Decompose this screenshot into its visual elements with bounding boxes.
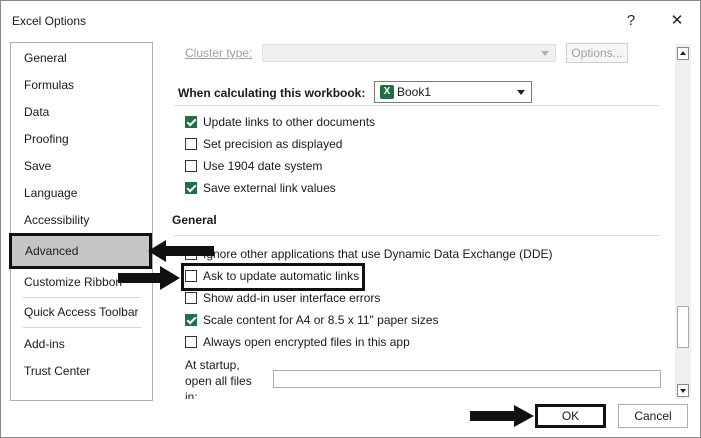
sidebar-item-language[interactable]: Language bbox=[11, 181, 152, 205]
ignore-dde-label: Ignore other applications that use Dynam… bbox=[203, 247, 553, 261]
chevron-down-icon bbox=[517, 90, 525, 95]
annotation-arrow-left-icon bbox=[148, 240, 214, 262]
sidebar-item-save[interactable]: Save bbox=[11, 154, 152, 178]
sidebar-item-general[interactable]: General bbox=[11, 46, 152, 70]
advanced-options-panel: Cluster type: Options... When calculatin… bbox=[152, 42, 692, 399]
scale-content-label: Scale content for A4 or 8.5 x 11" paper … bbox=[203, 313, 439, 327]
highlight-box bbox=[181, 263, 365, 291]
section-divider bbox=[174, 235, 660, 236]
date-1904-label: Use 1904 date system bbox=[203, 159, 323, 173]
scroll-up-icon[interactable] bbox=[677, 47, 689, 60]
cancel-button[interactable]: Cancel bbox=[618, 404, 688, 428]
workbook-dropdown[interactable]: X Book1 bbox=[374, 81, 532, 103]
update-links-label: Update links to other documents bbox=[203, 115, 376, 129]
sidebar-item-formulas[interactable]: Formulas bbox=[11, 73, 152, 97]
scroll-down-icon[interactable] bbox=[677, 384, 689, 397]
sidebar-divider bbox=[23, 327, 141, 328]
sidebar-item-proofing[interactable]: Proofing bbox=[11, 127, 152, 151]
startup-label-line2: open all files bbox=[185, 374, 252, 388]
set-precision-label: Set precision as displayed bbox=[203, 137, 343, 151]
save-external-links-label: Save external link values bbox=[203, 181, 336, 195]
options-sidebar: General Formulas Data Proofing Save Lang… bbox=[9, 42, 153, 401]
sidebar-divider bbox=[23, 297, 141, 298]
dialog-title: Excel Options bbox=[12, 14, 87, 28]
workbook-label: When calculating this workbook: bbox=[178, 86, 366, 100]
sidebar-item-trust-center[interactable]: Trust Center bbox=[11, 359, 152, 383]
startup-folder-input[interactable] bbox=[273, 370, 661, 388]
cluster-type-dropdown bbox=[262, 44, 556, 62]
set-precision-checkbox[interactable] bbox=[185, 138, 197, 150]
help-button[interactable]: ? bbox=[617, 10, 645, 32]
cluster-type-label: Cluster type: bbox=[185, 46, 253, 60]
annotation-arrow-right-icon bbox=[470, 405, 534, 427]
section-divider bbox=[174, 105, 660, 106]
scale-content-checkbox[interactable] bbox=[185, 314, 197, 326]
title-bar: Excel Options ? ✕ bbox=[1, 1, 700, 41]
open-encrypted-label: Always open encrypted files in this app bbox=[203, 335, 410, 349]
ok-button[interactable]: OK bbox=[535, 404, 606, 428]
show-addin-errors-label: Show add-in user interface errors bbox=[203, 291, 381, 305]
workbook-dropdown-value: Book1 bbox=[397, 85, 432, 99]
sidebar-item-quick-access-toolbar[interactable]: Quick Access Toolbar bbox=[11, 300, 152, 324]
show-addin-errors-checkbox[interactable] bbox=[185, 292, 197, 304]
open-encrypted-checkbox[interactable] bbox=[185, 336, 197, 348]
save-external-links-checkbox[interactable] bbox=[185, 182, 197, 194]
startup-label-line1: At startup, bbox=[185, 358, 240, 372]
startup-label-line3: in: bbox=[185, 390, 198, 399]
annotation-arrow-right-icon bbox=[118, 266, 180, 290]
chevron-down-icon bbox=[541, 51, 549, 56]
sidebar-item-accessibility[interactable]: Accessibility bbox=[11, 208, 152, 232]
scrollbar-thumb[interactable] bbox=[677, 306, 689, 348]
general-heading: General bbox=[172, 213, 217, 227]
sidebar-item-data[interactable]: Data bbox=[11, 100, 152, 124]
sidebar-item-advanced[interactable]: Advanced bbox=[9, 233, 152, 269]
update-links-checkbox[interactable] bbox=[185, 116, 197, 128]
close-icon[interactable]: ✕ bbox=[663, 10, 691, 32]
content-scrollbar[interactable] bbox=[675, 44, 691, 399]
excel-icon: X bbox=[380, 85, 394, 99]
options-button: Options... bbox=[566, 43, 628, 63]
sidebar-item-add-ins[interactable]: Add-ins bbox=[11, 332, 152, 356]
date-1904-checkbox[interactable] bbox=[185, 160, 197, 172]
